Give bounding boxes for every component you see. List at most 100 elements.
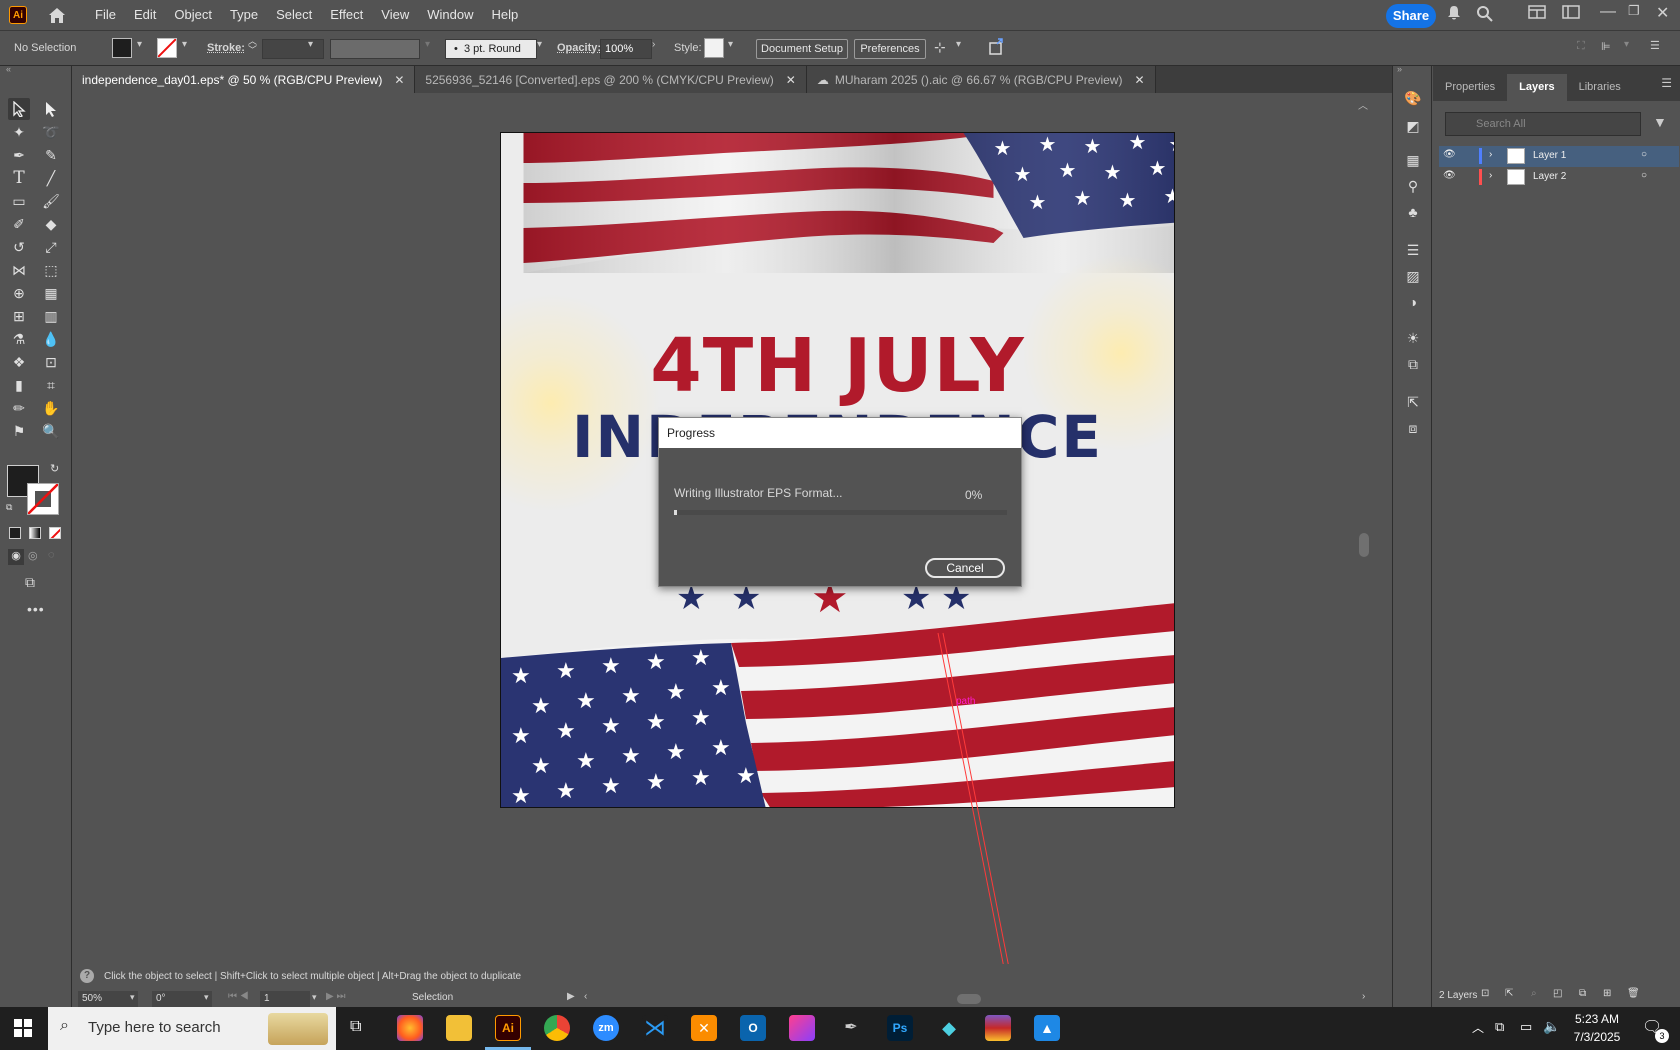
fill-dropdown-icon[interactable]: ▾ bbox=[137, 39, 142, 50]
swap-colors-icon[interactable]: ↻ bbox=[50, 462, 59, 475]
tab-libraries[interactable]: Libraries bbox=[1567, 74, 1633, 101]
symbols-panel-icon[interactable]: ♣ bbox=[1403, 204, 1423, 224]
zoom-tool-icon[interactable]: 🔍 bbox=[40, 420, 62, 442]
pen-app-icon[interactable]: ✒ bbox=[838, 1015, 864, 1041]
appearance-panel-icon[interactable]: ☀ bbox=[1403, 330, 1423, 350]
show-hidden-icons-icon[interactable]: ︿ bbox=[1472, 1019, 1484, 1036]
artboards-panel-icon[interactable]: ⧈ bbox=[1403, 420, 1423, 440]
vertical-scroll-thumb[interactable] bbox=[1359, 533, 1369, 557]
system-clock[interactable]: 5:23 AM 7/3/2025 bbox=[1560, 1012, 1634, 1044]
layer-row-1[interactable]: 👁 › Layer 1 ○ bbox=[1439, 146, 1679, 167]
tab-muharam[interactable]: ☁ MUharam 2025 ().aic @ 66.67 % (RGB/CPU… bbox=[806, 66, 1156, 93]
draw-inside-icon[interactable]: ◌ bbox=[48, 549, 55, 561]
winrar-app-icon[interactable] bbox=[985, 1015, 1011, 1041]
color-mode-icon[interactable] bbox=[9, 527, 21, 539]
stroke-panel-icon[interactable]: ☰ bbox=[1403, 242, 1423, 262]
windows-start-icon[interactable] bbox=[14, 1019, 32, 1037]
puppet-warp-tool-icon[interactable]: ⚑ bbox=[8, 420, 30, 442]
magic-wand-tool-icon[interactable]: ✦ bbox=[8, 121, 30, 143]
paintbrush-tool-icon[interactable]: 🖌 bbox=[40, 190, 62, 212]
stroke-weight-dropdown-icon[interactable]: ▾ bbox=[308, 39, 313, 50]
menu-edit[interactable]: Edit bbox=[125, 0, 165, 30]
zoom-dropdown-icon[interactable]: ▾ bbox=[130, 992, 135, 1003]
workspace-icon[interactable] bbox=[1562, 5, 1580, 24]
sketchup-app-icon[interactable]: ◆ bbox=[936, 1015, 962, 1041]
visibility-eye-icon[interactable]: 👁 bbox=[1443, 170, 1456, 181]
gradient-tool-icon[interactable]: ▥ bbox=[40, 305, 62, 327]
stroke-weight-field[interactable] bbox=[262, 39, 324, 59]
chrome-app-icon[interactable] bbox=[544, 1015, 570, 1041]
task-view-icon[interactable]: ⧉ bbox=[350, 1018, 361, 1036]
minimize-icon[interactable]: — bbox=[1600, 3, 1616, 21]
menu-view[interactable]: View bbox=[372, 0, 418, 30]
align-icon[interactable]: ⊹ bbox=[934, 39, 946, 56]
creative-cloud-app-icon[interactable] bbox=[789, 1015, 815, 1041]
first-artboard-icon[interactable]: ⏮ ◀ bbox=[228, 991, 249, 1002]
column-graph-tool-icon[interactable]: ▮ bbox=[8, 374, 30, 396]
menu-window[interactable]: Window bbox=[418, 0, 482, 30]
width-tool-icon[interactable]: ⋈ bbox=[8, 259, 30, 281]
close-tab-icon[interactable]: ✕ bbox=[786, 73, 796, 87]
export-icon[interactable]: ⇱ bbox=[1505, 988, 1513, 999]
selection-tool-icon[interactable] bbox=[8, 98, 30, 120]
status-menu-icon[interactable]: ▶ bbox=[567, 991, 575, 1002]
new-layer-icon[interactable]: ⊞ bbox=[1603, 988, 1611, 999]
symbol-sprayer-tool-icon[interactable]: ❖ bbox=[8, 351, 30, 373]
draw-behind-icon[interactable]: ◎ bbox=[28, 549, 38, 562]
filter-icon[interactable]: ▼ bbox=[1653, 114, 1667, 130]
zoom-app-icon[interactable]: zm bbox=[593, 1015, 619, 1041]
xampp-app-icon[interactable]: ✕ bbox=[691, 1015, 717, 1041]
lasso-tool-icon[interactable]: ➰ bbox=[40, 121, 62, 143]
collect-for-export-icon[interactable]: ⊡ bbox=[1481, 988, 1489, 999]
scale-tool-icon[interactable]: ⤢ bbox=[40, 236, 62, 258]
menu-help[interactable]: Help bbox=[482, 0, 527, 30]
close-tab-icon[interactable]: ✕ bbox=[394, 73, 404, 87]
color-panel-icon[interactable]: 🎨 bbox=[1403, 90, 1423, 110]
rectangle-tool-icon[interactable]: ▭ bbox=[8, 190, 30, 212]
curvature-tool-icon[interactable]: ✎ bbox=[40, 144, 62, 166]
recolor-icon[interactable] bbox=[988, 38, 1006, 59]
scroll-left-icon[interactable]: ‹ bbox=[584, 991, 587, 1002]
mesh-tool-icon[interactable]: ⊞ bbox=[8, 305, 30, 327]
collapse-dock-icon[interactable]: » bbox=[1397, 64, 1402, 74]
bell-icon[interactable] bbox=[1446, 5, 1462, 26]
arrange-documents-icon[interactable] bbox=[1528, 5, 1546, 24]
gradient-mode-icon[interactable] bbox=[29, 527, 41, 539]
zoom-field[interactable]: 50% bbox=[78, 991, 138, 1007]
taskbar-search-box[interactable]: ⌕ Type here to search bbox=[48, 1007, 336, 1050]
expand-layer-icon[interactable]: › bbox=[1489, 149, 1492, 160]
search-icon[interactable] bbox=[1476, 5, 1494, 28]
help-icon[interactable]: ? bbox=[80, 969, 94, 983]
transparency-panel-icon[interactable]: ◑ bbox=[1403, 294, 1423, 314]
network-icon[interactable]: ⧉ bbox=[1495, 1019, 1504, 1035]
display-icon[interactable]: ▭ bbox=[1520, 1019, 1532, 1035]
visibility-eye-icon[interactable]: 👁 bbox=[1443, 149, 1456, 160]
gradient-panel-icon[interactable]: ▨ bbox=[1403, 268, 1423, 288]
shape-builder-tool-icon[interactable]: ⊕ bbox=[8, 282, 30, 304]
layers-search-input[interactable]: Search All bbox=[1445, 112, 1641, 136]
change-screen-mode-icon[interactable]: ⧉ bbox=[25, 574, 35, 591]
make-clipping-mask-icon[interactable]: ◰ bbox=[1553, 988, 1562, 999]
menu-object[interactable]: Object bbox=[165, 0, 221, 30]
stroke-swatch[interactable] bbox=[157, 38, 177, 58]
new-sublayer-icon[interactable]: ⧉ bbox=[1579, 988, 1586, 999]
horizontal-scroll-thumb[interactable] bbox=[957, 994, 981, 1004]
hand-tool-icon[interactable]: ✋ bbox=[40, 397, 62, 419]
outlook-app-icon[interactable]: O bbox=[740, 1015, 766, 1041]
expand-layer-icon[interactable]: › bbox=[1489, 170, 1492, 181]
cancel-button[interactable]: Cancel bbox=[925, 558, 1005, 578]
panel-menu-icon[interactable]: ☰ bbox=[1661, 76, 1672, 90]
brush-definition-field[interactable]: • 3 pt. Round bbox=[445, 39, 537, 59]
volume-icon[interactable]: 🔈 bbox=[1543, 1018, 1560, 1035]
variable-width-profile[interactable] bbox=[330, 39, 420, 59]
file-explorer-app-icon[interactable] bbox=[446, 1015, 472, 1041]
target-circle-icon[interactable]: ○ bbox=[1641, 170, 1647, 181]
eraser-tool-icon[interactable]: ◆ bbox=[40, 213, 62, 235]
artboard-number-field[interactable]: 1 bbox=[260, 991, 310, 1007]
pencil-tool-icon[interactable]: ✏ bbox=[8, 397, 30, 419]
profile-dropdown-icon[interactable]: ▾ bbox=[425, 39, 430, 50]
firefox-app-icon[interactable] bbox=[397, 1015, 423, 1041]
default-colors-icon[interactable]: ⧉ bbox=[6, 502, 12, 513]
brush-dropdown-icon[interactable]: ▾ bbox=[537, 39, 542, 50]
menu-effect[interactable]: Effect bbox=[321, 0, 372, 30]
